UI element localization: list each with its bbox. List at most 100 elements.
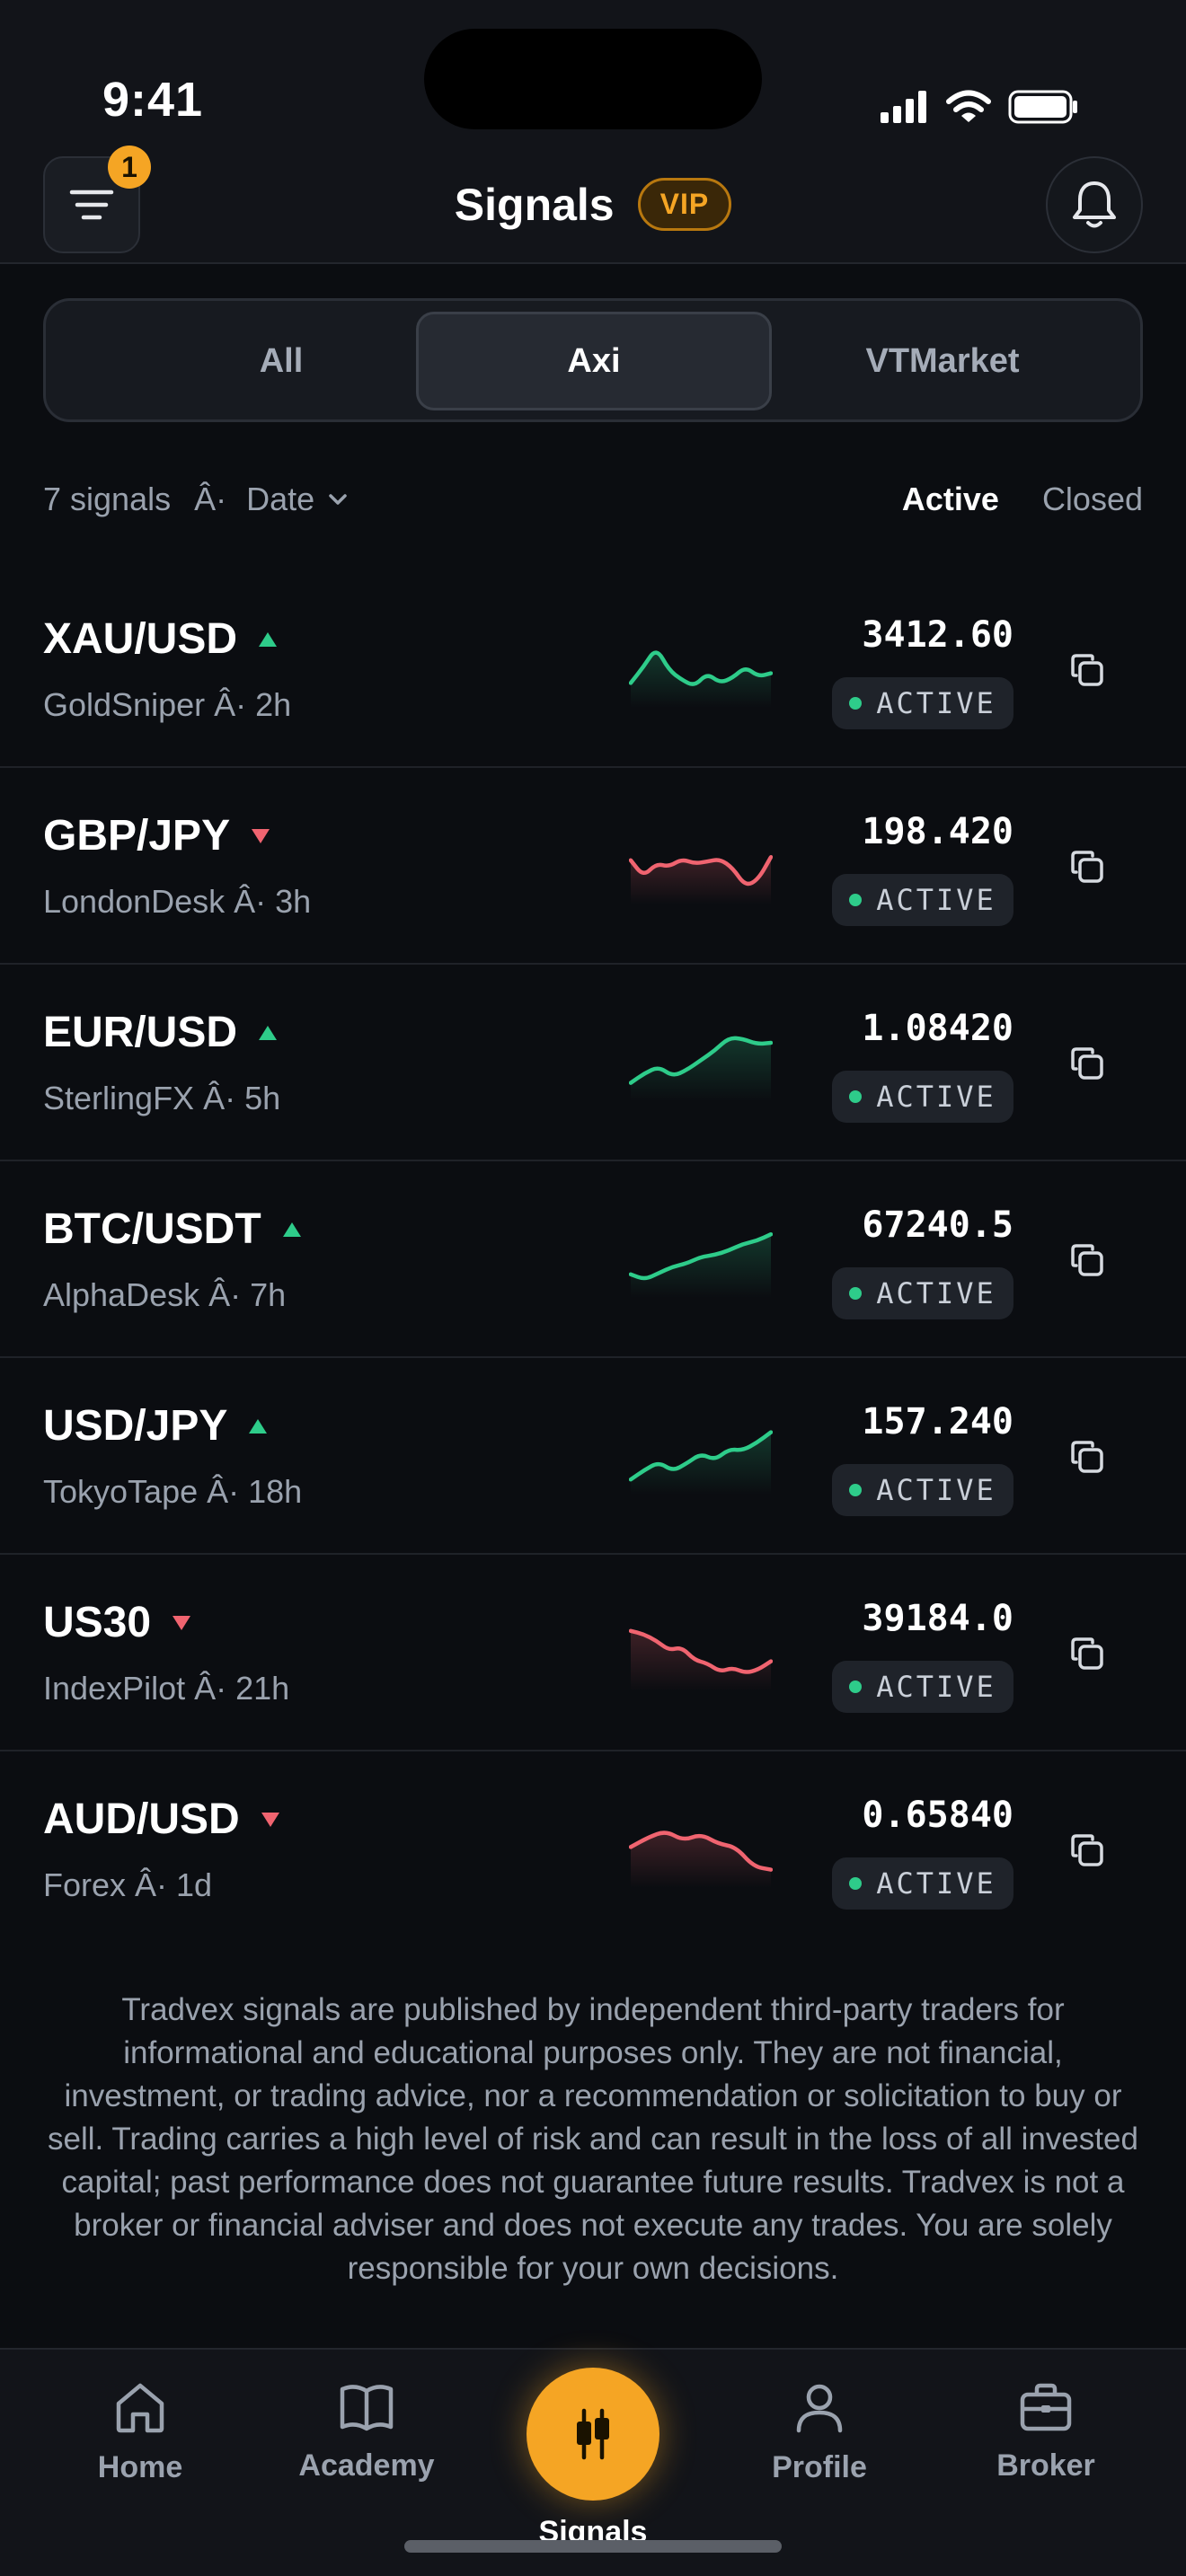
broker-tabs: All Axi VTMarket [43, 298, 1143, 422]
copy-button[interactable] [1060, 840, 1114, 894]
status-dot [849, 1877, 863, 1890]
dynamic-island [424, 29, 762, 129]
signal-price: 3412.60 [862, 614, 1013, 656]
nav-broker[interactable]: Broker [947, 2382, 1145, 2483]
signal-sparkline [629, 650, 773, 708]
signal-price: 157.240 [862, 1401, 1013, 1442]
signal-meta: SterlingFX Â· 5h [43, 1080, 281, 1116]
signal-meta: GoldSniper Â· 2h [43, 686, 292, 723]
signal-row[interactable]: USD/JPY TokyoTape Â· 18h 157.240 ACTIVE [0, 1358, 1186, 1555]
signal-row[interactable]: XAU/USD GoldSniper Â· 2h 3412.60 ACTIVE [0, 571, 1186, 768]
signal-pair: AUD/USD [43, 1795, 240, 1843]
nav-signals-button[interactable] [527, 2368, 659, 2501]
status-dot [849, 1681, 863, 1693]
nav-academy[interactable]: Academy [268, 2382, 465, 2483]
signal-count: 7 signals [43, 481, 172, 517]
signal-meta: AlphaDesk Â· 7h [43, 1276, 287, 1313]
triangle-down-icon [173, 1615, 191, 1630]
signal-pair-line: XAU/USD [43, 614, 279, 664]
signal-meta: LondonDesk Â· 3h [43, 883, 312, 920]
signal-meta: TokyoTape Â· 18h [43, 1473, 303, 1510]
copy-button[interactable] [1060, 1233, 1114, 1287]
bell-icon [1073, 181, 1116, 228]
copy-button[interactable] [1060, 1627, 1114, 1681]
copy-icon [1071, 1047, 1103, 1080]
toggle-active[interactable]: Active [902, 481, 999, 518]
toggle-closed[interactable]: Closed [1042, 481, 1143, 518]
signal-pair-line: GBP/JPY [43, 811, 271, 860]
nav-profile[interactable]: Profile [721, 2382, 918, 2485]
signal-row[interactable]: US30 IndexPilot Â· 21h 39184.0 ACTIVE [0, 1555, 1186, 1751]
copy-button[interactable] [1060, 1037, 1114, 1090]
status-label: ACTIVE [876, 1276, 996, 1310]
signal-sparkline [629, 1430, 773, 1495]
triangle-up-icon [259, 1025, 278, 1040]
signal-price: 198.420 [862, 811, 1013, 852]
status-label: ACTIVE [876, 1473, 996, 1507]
copy-button[interactable] [1060, 643, 1114, 697]
status-badge: ACTIVE [832, 874, 1013, 926]
signal-sparkline [629, 1628, 773, 1691]
status-dot [849, 1090, 863, 1103]
copy-icon [1071, 654, 1103, 686]
triangle-down-icon [261, 1812, 279, 1827]
status-bar: 9:41 [0, 0, 1186, 144]
signal-row[interactable]: EUR/USD SterlingFX Â· 5h 1.08420 ACTIVE [0, 965, 1186, 1161]
nav-home-label: Home [97, 2450, 183, 2484]
nav-home[interactable]: Home [41, 2382, 239, 2485]
status-dot [849, 1287, 863, 1300]
sort-label: Date [246, 481, 315, 517]
filter-row: 7 signals Â· Date Active Closed [43, 469, 1143, 530]
user-icon [796, 2384, 843, 2433]
signal-meta: IndexPilot Â· 21h [43, 1670, 290, 1707]
triangle-down-icon [252, 828, 270, 843]
signal-row[interactable]: GBP/JPY LondonDesk Â· 3h 198.420 ACTIVE [0, 768, 1186, 965]
copy-button[interactable] [1060, 1823, 1114, 1877]
signal-list: XAU/USD GoldSniper Â· 2h 3412.60 ACTIVE GBP/… [0, 571, 1186, 1948]
signal-row[interactable]: BTC/USDT AlphaDesk Â· 7h 67240.5 ACTIVE [0, 1161, 1186, 1358]
triangle-up-icon [259, 631, 278, 647]
copy-icon [1071, 1637, 1103, 1670]
notifications-button[interactable] [1046, 156, 1143, 253]
triangle-up-icon [282, 1222, 301, 1237]
status-label: ACTIVE [876, 686, 996, 720]
status-dot [849, 1484, 863, 1496]
signal-pair: GBP/JPY [43, 812, 231, 860]
page-title: Signals [454, 179, 615, 230]
cellular-signal-icon [881, 91, 926, 123]
tab-vtmarket[interactable]: VTMarket [765, 312, 1120, 410]
status-icons [881, 90, 1078, 124]
copy-button[interactable] [1060, 1430, 1114, 1484]
signal-pair-line: USD/JPY [43, 1401, 269, 1451]
signal-sparkline [629, 1231, 773, 1298]
status-toggle: Active Closed [902, 481, 1143, 518]
chevron-down-icon [329, 494, 347, 505]
signal-pair-line: US30 [43, 1598, 192, 1647]
sort-dropdown[interactable]: Date [246, 481, 349, 518]
vip-badge: VIP [637, 178, 732, 231]
status-label: ACTIVE [876, 883, 996, 917]
signal-price: 67240.5 [862, 1204, 1013, 1246]
status-label: ACTIVE [876, 1670, 996, 1704]
signal-pair: BTC/USDT [43, 1205, 261, 1253]
signal-meta: Forex Â· 1d [43, 1866, 213, 1903]
tab-all[interactable]: All [103, 312, 459, 410]
disclaimer-text: Tradvex signals are published by indepen… [48, 1992, 1138, 2286]
signal-row[interactable]: AUD/USD Forex Â· 1d 0.65840 ACTIVE [0, 1751, 1186, 1948]
signal-price: 1.08420 [862, 1008, 1013, 1049]
copy-icon [1071, 1244, 1103, 1276]
signal-pair-line: BTC/USDT [43, 1204, 303, 1254]
nav-academy-label: Academy [298, 2448, 435, 2483]
signal-pair-line: AUD/USD [43, 1795, 281, 1844]
title-wrap: Signals VIP [0, 178, 1186, 231]
tab-axi[interactable]: Axi [416, 312, 772, 410]
signal-pair: XAU/USD [43, 615, 238, 663]
status-label: ACTIVE [876, 1866, 996, 1901]
status-badge: ACTIVE [832, 677, 1013, 729]
book-icon [340, 2385, 394, 2431]
signal-pair: USD/JPY [43, 1402, 228, 1450]
home-indicator [404, 2540, 782, 2553]
nav-broker-label: Broker [996, 2448, 1095, 2483]
sparkline-area [631, 1432, 771, 1495]
status-time: 9:41 [102, 73, 204, 127]
